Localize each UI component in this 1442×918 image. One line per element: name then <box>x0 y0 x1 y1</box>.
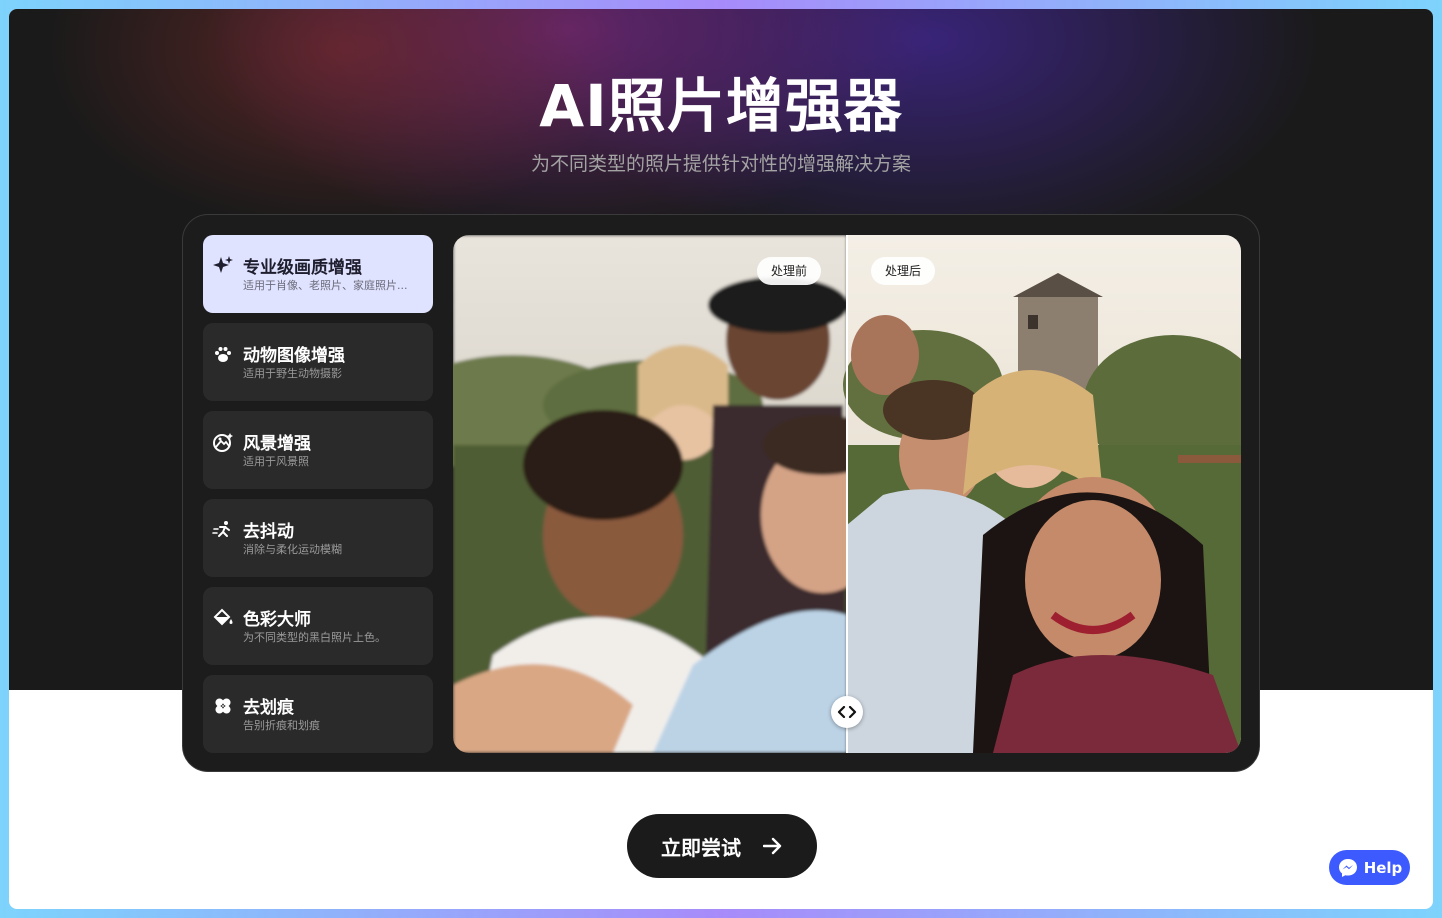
try-now-button[interactable]: 立即尝试 <box>627 814 817 878</box>
bandage-icon <box>212 695 234 717</box>
page-title: AI照片增强器 <box>539 72 903 140</box>
compare-slider-handle[interactable] <box>831 696 863 728</box>
category-name: 动物图像增强 <box>243 346 345 366</box>
arrow-right-icon <box>763 837 782 855</box>
help-button[interactable]: Help <box>1329 850 1410 885</box>
category-name: 去抖动 <box>243 522 294 542</box>
before-label: 处理前 <box>757 257 822 285</box>
category-deblur[interactable]: 去抖动 消除与柔化运动模糊 <box>203 499 433 577</box>
category-desc: 适用于风景照 <box>243 455 309 468</box>
category-desc: 为不同类型的黑白照片上色。 <box>243 631 386 644</box>
paint-bucket-icon <box>212 607 234 629</box>
category-desc: 消除与柔化运动模糊 <box>243 543 342 556</box>
category-desc: 适用于野生动物摄影 <box>243 367 342 380</box>
category-portrait-enhance[interactable]: 专业级画质增强 适用于肖像、老照片、家庭照片... <box>203 235 433 313</box>
category-desc: 适用于肖像、老照片、家庭照片... <box>243 279 408 292</box>
compare-divider[interactable] <box>846 235 848 753</box>
category-scratch-removal[interactable]: 去划痕 告别折痕和划痕 <box>203 675 433 753</box>
category-name: 色彩大师 <box>243 610 311 630</box>
category-desc: 告别折痕和划痕 <box>243 719 320 732</box>
messenger-icon <box>1338 858 1357 877</box>
page-frame: AI照片增强器 为不同类型的照片提供针对性的增强解决方案 专业级画质增强 适用于… <box>9 9 1433 909</box>
paw-icon <box>212 343 234 365</box>
sparkle-icon <box>212 255 234 277</box>
category-name: 去划痕 <box>243 698 294 718</box>
landscape-icon <box>212 431 234 453</box>
try-now-label: 立即尝试 <box>661 835 741 860</box>
category-name: 专业级画质增强 <box>243 258 362 278</box>
category-animal-enhance[interactable]: 动物图像增强 适用于野生动物摄影 <box>203 323 433 401</box>
after-label: 处理后 <box>871 257 936 285</box>
motion-icon <box>212 519 234 541</box>
help-label: Help <box>1363 858 1403 877</box>
page-subtitle: 为不同类型的照片提供针对性的增强解决方案 <box>530 153 911 175</box>
enhancer-panel: 专业级画质增强 适用于肖像、老照片、家庭照片... 动物图像增强 适用于野生动物… <box>182 214 1260 772</box>
category-name: 风景增强 <box>243 434 311 454</box>
before-after-compare[interactable]: 处理前 处理后 <box>453 235 1241 753</box>
category-colorize[interactable]: 色彩大师 为不同类型的黑白照片上色。 <box>203 587 433 665</box>
chevron-left-right-icon <box>837 706 857 718</box>
category-landscape-enhance[interactable]: 风景增强 适用于风景照 <box>203 411 433 489</box>
